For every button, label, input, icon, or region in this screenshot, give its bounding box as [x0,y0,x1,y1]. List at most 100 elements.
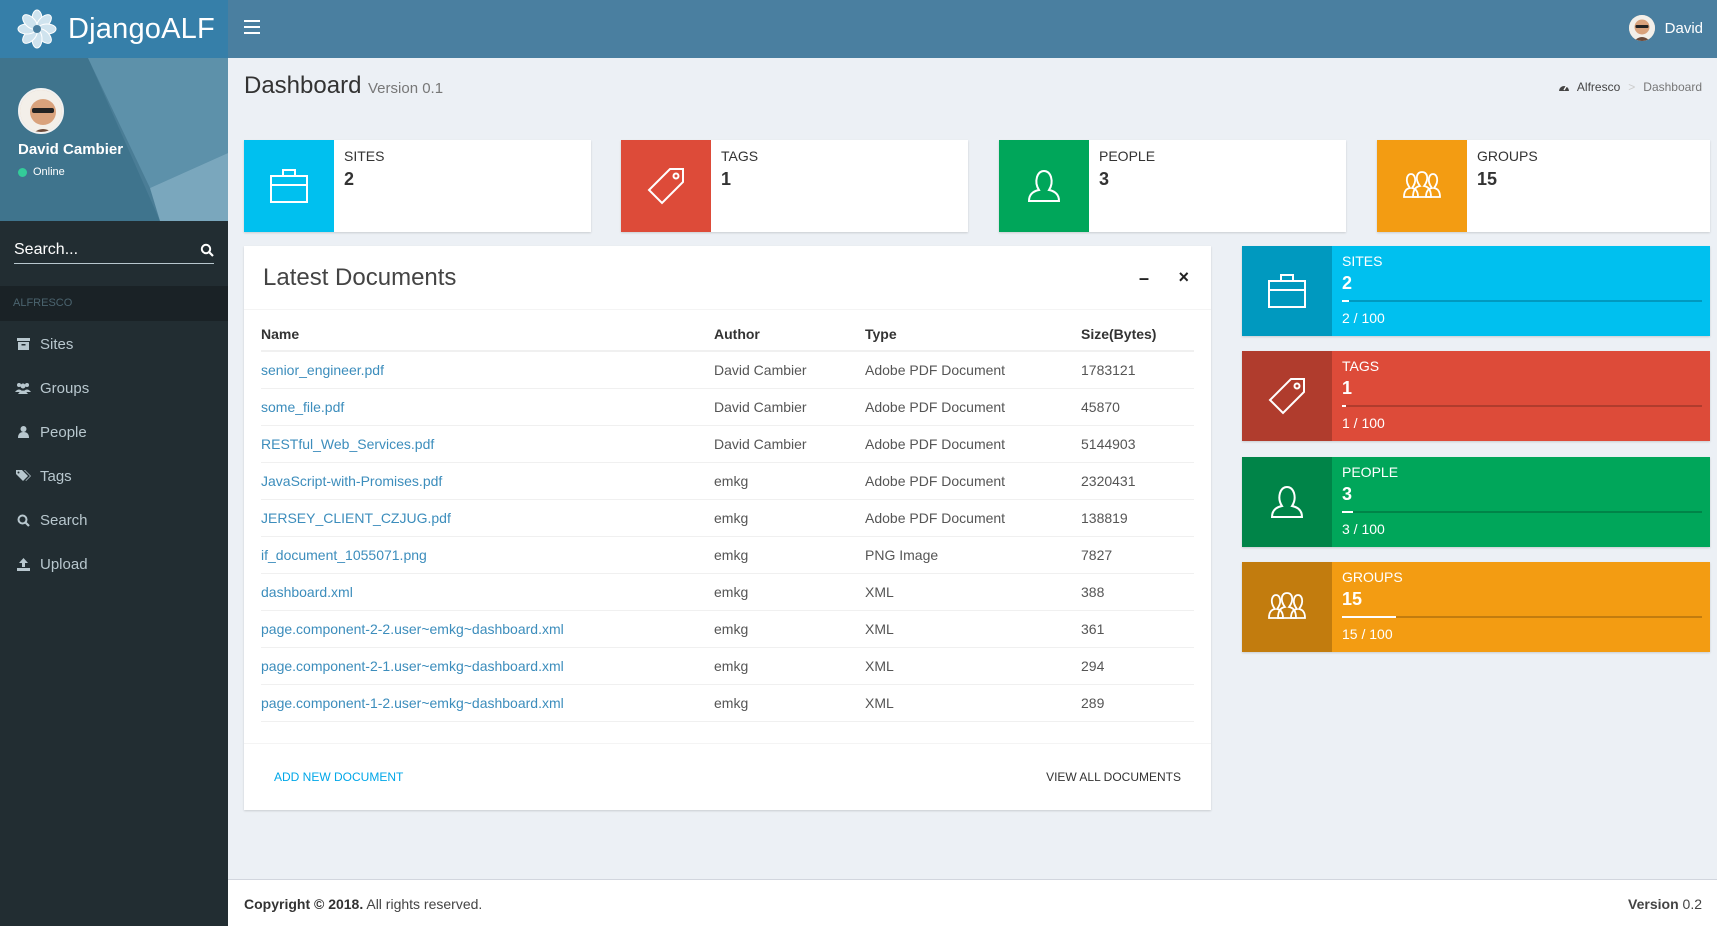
collapse-icon[interactable]: – [1139,268,1149,289]
document-size: 294 [1081,657,1105,674]
document-type: XML [865,583,894,600]
info-box-label: GROUPS [1477,148,1538,164]
search-input[interactable] [14,240,184,259]
sidebar-toggle-icon[interactable] [244,20,260,36]
progress-bar-fill [1342,405,1346,407]
add-new-document-button[interactable]: ADD NEW DOCUMENT [274,770,403,784]
document-name-link[interactable]: JavaScript-with-Promises.pdf [261,473,442,489]
sidebar-item-upload[interactable]: Upload [0,542,228,586]
document-size: 45870 [1081,398,1120,415]
sidebar-item-groups[interactable]: Groups [0,366,228,410]
table-cell: page.component-2-1.user~emkg~dashboard.x… [261,647,714,685]
table-cell: emkg [714,573,865,611]
table-cell: Adobe PDF Document [865,462,1081,500]
column-header-name[interactable]: Name [261,317,714,352]
info-box-value: 2 [344,169,355,189]
document-type: Adobe PDF Document [865,361,1006,378]
info-box-groups: GROUPS 15 [1377,140,1710,232]
column-header-type[interactable]: Type [865,317,1081,352]
table-row: dashboard.xml emkg XML 388 [261,573,1194,611]
table-row: page.component-2-2.user~emkg~dashboard.x… [261,610,1194,648]
document-author: emkg [714,546,749,563]
document-name-link[interactable]: dashboard.xml [261,584,353,600]
close-icon[interactable]: × [1178,267,1189,288]
user-name: David Cambier [18,141,124,158]
document-name-link[interactable]: RESTful_Web_Services.pdf [261,436,434,452]
info-box-label: SITES [344,148,385,164]
panel-footer: ADD NEW DOCUMENT VIEW ALL DOCUMENTS [244,743,1211,810]
document-author: emkg [714,620,749,637]
panel-title: Latest Documents [263,264,457,291]
page-subtitle: Version 0.1 [368,80,444,97]
table-row: RESTful_Web_Services.pdf David Cambier Ado… [261,425,1194,463]
document-size: 289 [1081,694,1105,711]
table-row: if_document_1055071.png emkg PNG Image 7827 [261,536,1194,574]
online-status-icon [18,167,27,177]
table-cell: page.component-1-2.user~emkg~dashboard.x… [261,684,714,722]
progress-box-label: GROUPS [1342,569,1403,585]
document-type: Adobe PDF Document [865,435,1006,452]
sidebar-item-tags[interactable]: Tags [0,454,228,498]
document-type: XML [865,657,894,674]
table-cell: Adobe PDF Document [865,351,1081,389]
table-cell: 45870 [1081,388,1194,426]
document-name-link[interactable]: if_document_1055071.png [261,547,427,563]
progress-description: 3 / 100 [1342,521,1385,537]
tag-icon [621,140,711,232]
column-header-size[interactable]: Size(Bytes) [1081,317,1194,352]
sidebar-item-search[interactable]: Search [0,498,228,542]
progress-description: 2 / 100 [1342,310,1385,326]
document-name-link[interactable]: page.component-1-2.user~emkg~dashboard.x… [261,695,564,711]
table-header-row: Name Author Type Size(Bytes) [261,317,1194,352]
document-size: 1783121 [1081,361,1136,378]
briefcase-icon [244,140,334,232]
sidebar-item-people[interactable]: People [0,410,228,454]
breadcrumb-current: Dashboard [1643,80,1702,94]
sidebar-item-label: Sites [40,335,74,353]
sidebar: DjangoALF David Cambier Online AL [0,0,228,926]
user-menu-name: David [1664,19,1703,37]
sidebar-item-label: Tags [40,467,72,485]
document-size: 7827 [1081,546,1113,563]
logo[interactable]: DjangoALF [0,0,228,58]
progress-bar-fill [1342,511,1353,513]
document-author: emkg [714,657,749,674]
table-cell: if_document_1055071.png [261,536,714,574]
document-name-link[interactable]: senior_engineer.pdf [261,362,384,378]
progress-box-tags: TAGS 1 1 / 100 [1242,351,1710,441]
table-cell: some_file.pdf [261,388,714,426]
document-size: 388 [1081,583,1105,600]
view-all-documents-button[interactable]: VIEW ALL DOCUMENTS [1046,770,1181,784]
document-author: David Cambier [714,435,807,452]
footer-version: Version 0.2 [1628,896,1702,912]
document-type: XML [865,620,894,637]
table-cell: XML [865,610,1081,648]
document-name-link[interactable]: page.component-2-1.user~emkg~dashboard.x… [261,658,564,674]
document-type: Adobe PDF Document [865,509,1006,526]
search-icon[interactable] [200,243,214,257]
breadcrumb-link-alfresco[interactable]: Alfresco [1577,80,1620,94]
briefcase-icon [1242,246,1332,336]
table-cell: emkg [714,647,865,685]
table-cell: dashboard.xml [261,573,714,611]
status-label: Online [33,166,65,178]
tag-icon [1242,351,1332,441]
column-header-author[interactable]: Author [714,317,865,352]
document-name-link[interactable]: JERSEY_CLIENT_CZJUG.pdf [261,510,451,526]
progress-box-label: SITES [1342,253,1383,269]
table-cell: page.component-2-2.user~emkg~dashboard.x… [261,610,714,648]
document-name-link[interactable]: page.component-2-2.user~emkg~dashboard.x… [261,621,564,637]
sidebar-item-sites[interactable]: Sites [0,322,228,366]
app-name: DjangoALF [68,12,215,45]
document-author: emkg [714,694,749,711]
sidebar-section-header: ALFRESCO [0,286,228,321]
sidebar-item-label: Upload [40,555,88,573]
version-value: 0.2 [1678,896,1702,912]
user-panel: David Cambier Online [0,58,228,221]
user-avatar[interactable] [18,88,64,134]
user-menu[interactable]: David [1628,15,1703,41]
upload-icon [15,556,31,572]
table-cell: 2320431 [1081,462,1194,500]
sidebar-menu: Sites Groups People Tags Search Upload [0,322,228,586]
document-name-link[interactable]: some_file.pdf [261,399,344,415]
